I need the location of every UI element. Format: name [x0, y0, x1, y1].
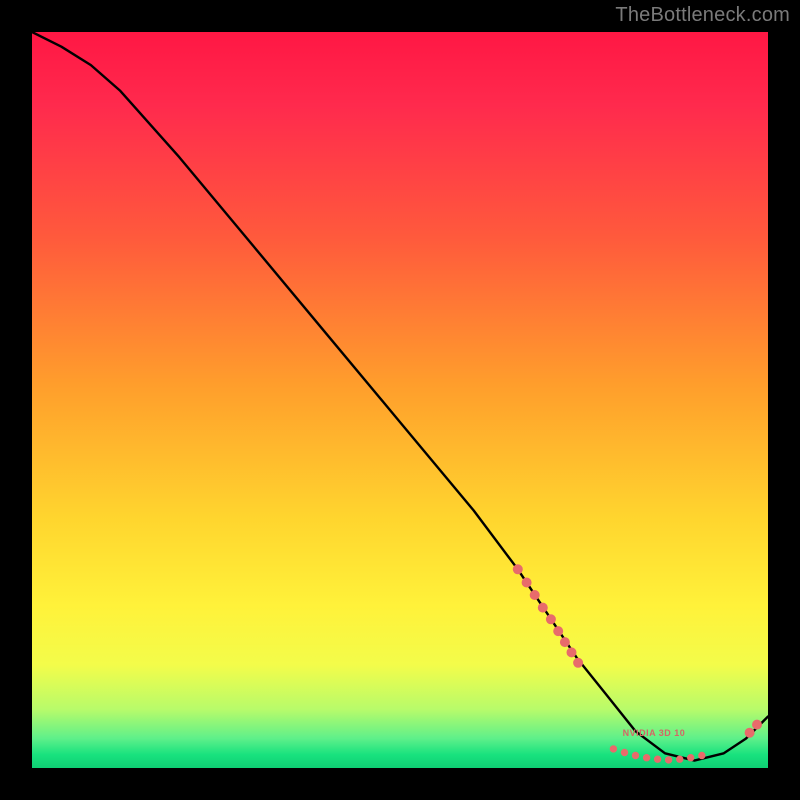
- data-point: [654, 756, 660, 762]
- data-point: [753, 720, 762, 729]
- data-point: [522, 578, 531, 587]
- data-point: [538, 603, 547, 612]
- chart-container: TheBottleneck.com NVIDIA 3D 10: [0, 0, 800, 800]
- marker-cluster-rising: [745, 720, 761, 737]
- data-point: [513, 565, 522, 574]
- data-point: [554, 627, 563, 636]
- data-point: [699, 752, 705, 758]
- data-point: [574, 658, 583, 667]
- data-point: [665, 757, 671, 763]
- data-point: [560, 638, 569, 647]
- data-point: [745, 728, 754, 737]
- data-point: [688, 755, 694, 761]
- chart-svg: [32, 32, 768, 768]
- marker-cluster-descending: [513, 565, 582, 668]
- data-point: [567, 648, 576, 657]
- bottleneck-curve: [32, 32, 768, 761]
- plot-area: NVIDIA 3D 10: [32, 32, 768, 768]
- data-point: [677, 756, 683, 762]
- data-point: [546, 615, 555, 624]
- data-point: [621, 749, 627, 755]
- data-point: [632, 752, 638, 758]
- data-point: [530, 591, 539, 600]
- data-point: [610, 746, 616, 752]
- minimum-label: NVIDIA 3D 10: [623, 728, 686, 738]
- data-point: [643, 755, 649, 761]
- watermark-text: TheBottleneck.com: [615, 4, 790, 27]
